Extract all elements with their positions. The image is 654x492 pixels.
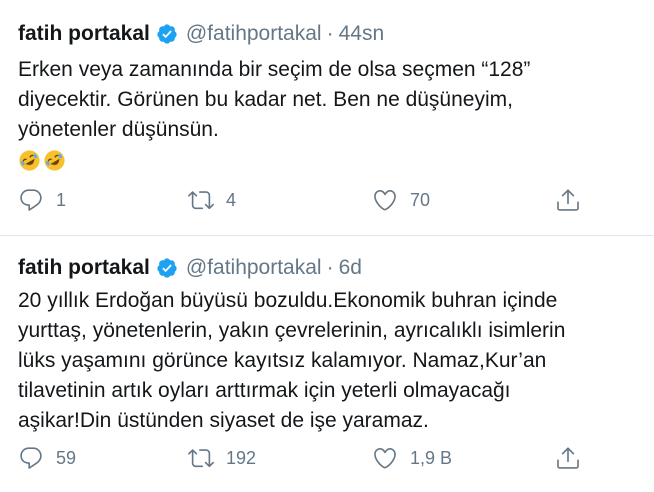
retweet-button[interactable]: 192 bbox=[188, 443, 256, 473]
author-name[interactable]: fatih portakal bbox=[18, 22, 150, 46]
tweet-text-line: 20 yıllık Erdoğan büyüsü bozuldu.Ekonomi… bbox=[18, 289, 558, 312]
emoji-row bbox=[18, 145, 654, 175]
tweet-text-line: yurttaş, yönetenlerin, yakın çevrelerini… bbox=[18, 319, 566, 342]
tweet-timestamp[interactable]: 6d bbox=[339, 256, 362, 280]
reply-button[interactable]: 59 bbox=[18, 443, 76, 473]
tweet-text-line: diyecektir. Görünen bu kadar net. Ben ne… bbox=[18, 88, 513, 111]
share-icon bbox=[557, 189, 579, 211]
tweet-text-line: aşikar!Din üstünden siyaset de işe yaram… bbox=[18, 409, 429, 432]
author-handle[interactable]: @fatihportakal bbox=[186, 256, 322, 280]
separator-dot: · bbox=[326, 256, 334, 279]
tweet-text-line: Erken veya zamanında bir seçim de olsa s… bbox=[18, 58, 531, 81]
like-button[interactable]: 1,9 B bbox=[372, 443, 452, 473]
tweet-header: fatih portakal @fatihportakal · 44sn bbox=[18, 19, 384, 49]
retweet-count: 192 bbox=[226, 447, 257, 468]
like-button[interactable]: 70 bbox=[372, 185, 430, 215]
tweet-divider bbox=[0, 235, 654, 236]
share-button[interactable] bbox=[555, 185, 581, 215]
tweet-text-line: tilavetinin artık oyları arttırmak için … bbox=[18, 379, 511, 402]
tweet-text: 20 yıllık Erdoğan büyüsü bozuldu.Ekonomi… bbox=[18, 286, 654, 436]
tweet-timestamp[interactable]: 44sn bbox=[339, 22, 385, 46]
share-icon bbox=[557, 447, 579, 469]
separator-dot: · bbox=[326, 22, 334, 45]
reply-count: 1 bbox=[56, 189, 67, 210]
reply-count: 59 bbox=[56, 447, 77, 468]
tweet-text: Erken veya zamanında bir seçim de olsa s… bbox=[18, 55, 654, 175]
heart-icon bbox=[374, 189, 396, 211]
tweet-text-line: lüks yaşamını görünce kayıtsız kalamıyor… bbox=[18, 349, 547, 372]
like-count: 1,9 B bbox=[410, 447, 453, 468]
verified-badge-icon bbox=[157, 24, 177, 44]
verified-badge-icon bbox=[157, 258, 177, 278]
rolling-on-floor-laughing-emoji bbox=[19, 150, 40, 171]
rolling-on-floor-laughing-emoji bbox=[44, 150, 65, 171]
reply-icon bbox=[20, 189, 42, 211]
tweet[interactable]: fatih portakal @fatihportakal · 44sn Erk… bbox=[0, 0, 654, 236]
reply-icon bbox=[20, 447, 42, 469]
share-button[interactable] bbox=[555, 443, 581, 473]
tweet[interactable]: fatih portakal @fatihportakal · 6d 20 yı… bbox=[0, 237, 654, 492]
retweet-icon bbox=[188, 191, 214, 210]
like-count: 70 bbox=[410, 189, 431, 210]
reply-button[interactable]: 1 bbox=[18, 185, 66, 215]
tweet-header: fatih portakal @fatihportakal · 6d bbox=[18, 253, 362, 283]
heart-icon bbox=[374, 447, 396, 469]
tweet-actions: 1 4 70 bbox=[0, 185, 654, 215]
retweet-icon bbox=[188, 449, 214, 468]
retweet-count: 4 bbox=[226, 189, 237, 210]
tweet-text-line: yönetenler düşünsün. bbox=[18, 118, 219, 141]
tweet-actions: 59 192 1,9 B bbox=[0, 443, 654, 473]
author-handle[interactable]: @fatihportakal bbox=[186, 22, 322, 46]
retweet-button[interactable]: 4 bbox=[188, 185, 236, 215]
author-name[interactable]: fatih portakal bbox=[18, 256, 150, 280]
